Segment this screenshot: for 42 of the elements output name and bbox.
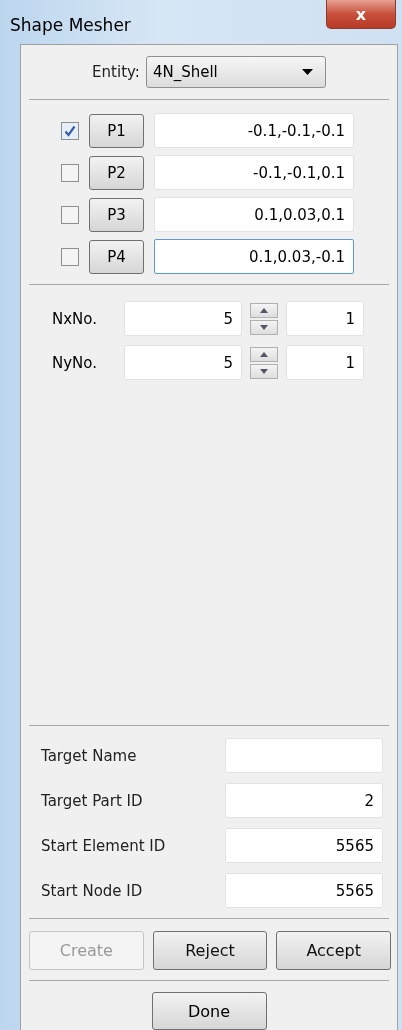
step-field[interactable]: 1 bbox=[286, 345, 364, 380]
down-triangle-icon bbox=[260, 368, 268, 374]
field-label: Start Node ID bbox=[41, 881, 143, 900]
entity-label: Entity: bbox=[92, 63, 140, 81]
spin-down-button[interactable] bbox=[250, 363, 278, 379]
point-field[interactable]: -0.1,-0.1,-0.1 bbox=[154, 113, 354, 148]
done-button[interactable]: Done bbox=[151, 992, 267, 1030]
field-label: Start Element ID bbox=[41, 836, 166, 855]
step-field[interactable]: 1 bbox=[286, 301, 364, 336]
down-triangle-icon bbox=[260, 324, 268, 330]
point-field[interactable]: 0.1,0.03,-0.1 bbox=[154, 239, 354, 274]
target-field[interactable] bbox=[225, 738, 383, 773]
spin-up-button[interactable] bbox=[250, 346, 278, 362]
checkbox[interactable] bbox=[61, 247, 79, 266]
caret-icon bbox=[301, 69, 313, 75]
up-triangle-icon bbox=[260, 307, 268, 313]
target-field[interactable]: 5565 bbox=[225, 828, 383, 863]
point-field[interactable]: -0.1,-0.1,0.1 bbox=[154, 155, 354, 190]
point-button[interactable]: P2 bbox=[89, 155, 144, 190]
up-triangle-icon bbox=[260, 351, 268, 357]
point-field[interactable]: 0.1,0.03,0.1 bbox=[154, 197, 354, 232]
point-button[interactable]: P4 bbox=[89, 239, 144, 274]
point-button[interactable]: P3 bbox=[89, 197, 144, 232]
field-label: Target Part ID bbox=[41, 791, 143, 810]
close-button[interactable]: x bbox=[326, 0, 396, 29]
division-label: NxNo. bbox=[52, 309, 98, 328]
spin-up-button[interactable] bbox=[250, 302, 278, 318]
window-title: Shape Mesher bbox=[10, 15, 131, 35]
field-label: Target Name bbox=[41, 746, 137, 765]
target-field[interactable]: 5565 bbox=[225, 873, 383, 908]
action-button[interactable]: Accept bbox=[276, 931, 391, 970]
entity-dropdown[interactable]: 4N_Shell bbox=[145, 56, 326, 88]
division-field[interactable]: 5 bbox=[124, 301, 242, 336]
spin-down-button[interactable] bbox=[250, 319, 278, 335]
checkbox[interactable] bbox=[61, 205, 79, 224]
checkbox[interactable] bbox=[61, 121, 79, 140]
checkbox[interactable] bbox=[61, 163, 79, 182]
target-field[interactable]: 2 bbox=[225, 783, 383, 818]
point-button[interactable]: P1 bbox=[89, 113, 144, 148]
action-button[interactable]: Reject bbox=[152, 931, 268, 970]
division-label: NyNo. bbox=[52, 353, 98, 372]
division-field[interactable]: 5 bbox=[124, 345, 242, 380]
